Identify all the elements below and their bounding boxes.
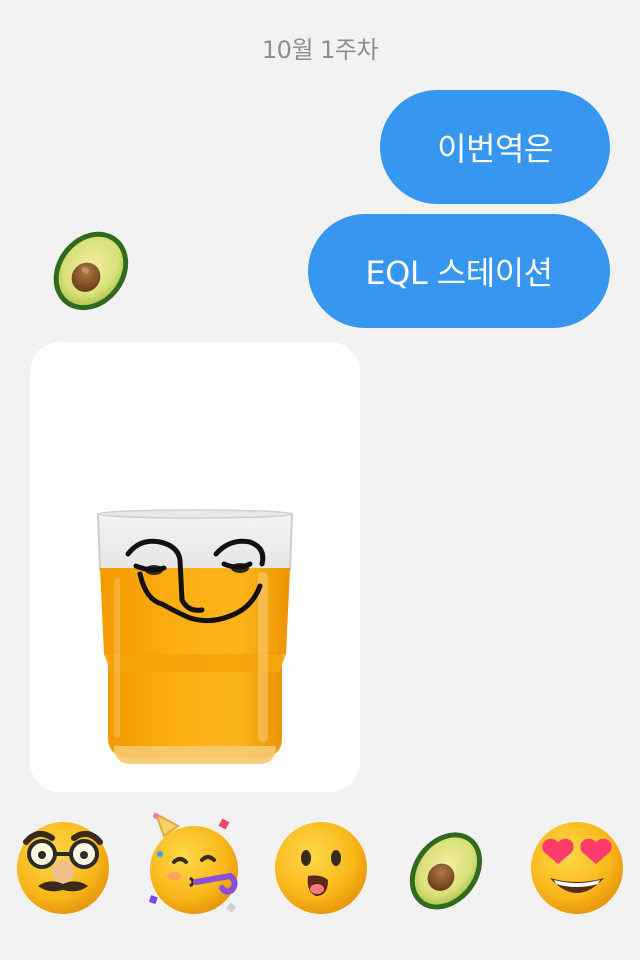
avocado-sticker-icon xyxy=(42,214,146,320)
message-bubble-2[interactable]: EQL 스테이션 xyxy=(308,214,610,328)
avocado-icon[interactable] xyxy=(394,812,504,922)
orange-juice-glass-image xyxy=(96,509,294,764)
received-image[interactable] xyxy=(30,342,360,792)
message-bubble-1[interactable]: 이번역은 xyxy=(380,90,610,204)
date-label: 10월 1주차 xyxy=(261,36,379,64)
reaction-bar xyxy=(0,812,640,922)
partying-face-icon[interactable] xyxy=(138,812,248,922)
heart-eyes-face-icon[interactable] xyxy=(522,812,632,922)
surprised-face-icon[interactable] xyxy=(266,812,376,922)
disguise-face-icon[interactable] xyxy=(8,812,118,922)
